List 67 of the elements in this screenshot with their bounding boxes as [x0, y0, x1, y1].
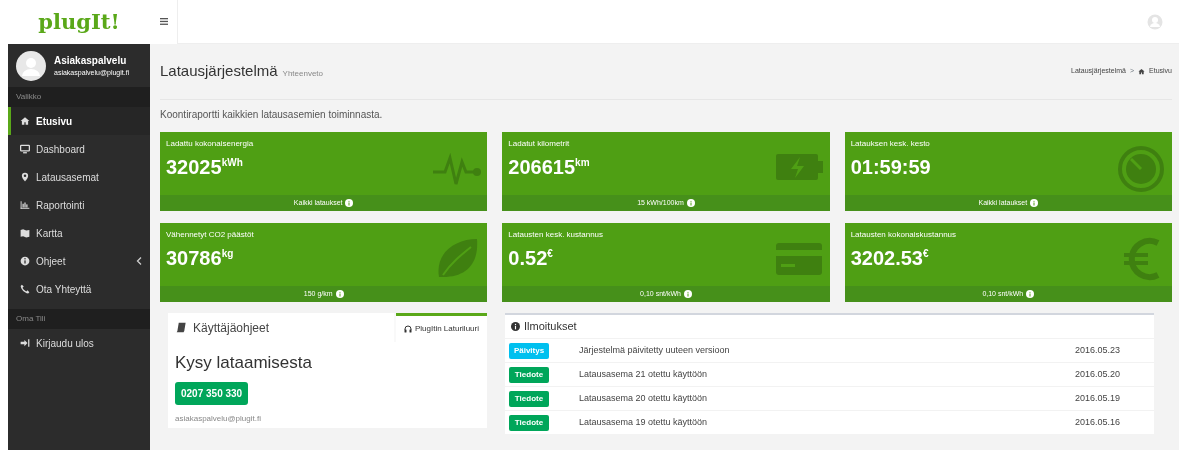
notice-tag: Tiedote: [509, 414, 549, 431]
sidebar-item[interactable]: Ota Yhteyttä: [8, 275, 150, 303]
monitor-icon: [20, 144, 30, 154]
page-title: Latausjärjestelmä: [160, 62, 278, 80]
avatar-icon[interactable]: [1147, 13, 1163, 30]
book-icon: [176, 322, 187, 333]
menu-button[interactable]: [150, 0, 178, 44]
notice-date: 2016.05.23: [1075, 343, 1122, 357]
sidebar-item[interactable]: Kartta: [8, 219, 150, 247]
sidebar-item[interactable]: Ohjeet: [8, 247, 150, 275]
card-title: Käyttäjäohjeet: [193, 319, 270, 337]
sidebar-item[interactable]: Dashboard: [8, 135, 150, 163]
notice-text: Latausasema 19 otettu käyttöön: [578, 415, 709, 429]
tile-title: Latausten kesk. kustannus: [508, 229, 605, 241]
tile-value: 0.52$^{€}$: [508, 248, 554, 268]
logout-icon: [20, 338, 30, 348]
tile-title: Latauksen kesk. kesto: [850, 138, 931, 150]
sidebar-item[interactable]: Kirjaudu ulos: [8, 329, 150, 357]
section-heading: Oma Tili: [8, 309, 150, 329]
bar-chart-icon: [20, 200, 30, 210]
tile-title: Ladattu kokonaisenergia: [166, 138, 255, 150]
home-icon: [1138, 68, 1146, 75]
notice-text: Latausasema 20 otettu käyttöön: [578, 391, 709, 405]
logo: plugIt!: [8, 0, 150, 44]
tile-value: 01:59:59: [850, 157, 932, 177]
sidebar-item[interactable]: Latausasemat: [8, 163, 150, 191]
tab[interactable]: PlugItin Laturiluuri: [395, 313, 487, 342]
description-text: Koontiraportti kaikkien latausasemien toiminnasta.: [160, 108, 384, 122]
menu-icon: [159, 18, 168, 25]
card-title: Ilmoitukset: [524, 319, 577, 335]
avatar-icon: [16, 50, 46, 81]
info-icon: [1026, 290, 1035, 298]
email-text: asiakaspalvelu@plugit.fi: [175, 412, 262, 425]
info-icon: [686, 199, 695, 207]
map-icon: [20, 228, 30, 238]
tile-value: 30786$^{kg}$: [166, 248, 235, 268]
tile-title: Vähennetyt CO2 päästöt: [166, 229, 255, 241]
info-icon: [345, 199, 354, 207]
phone-icon: [20, 284, 30, 294]
info-icon: [20, 256, 30, 266]
sidebar-item[interactable]: Etusivu: [8, 107, 150, 135]
notice-tag: Tiedote: [509, 390, 549, 407]
info-icon: [683, 290, 692, 298]
tile-value: 32025$^{kWh}$: [166, 157, 244, 177]
chevron-left-icon: [136, 257, 142, 265]
help-heading: Kysy lataamisesta: [175, 352, 313, 374]
info-icon: [335, 290, 344, 298]
home-icon: [20, 116, 30, 126]
notice-date: 2016.05.19: [1075, 391, 1122, 405]
section-heading: Valikko: [8, 87, 150, 107]
tile-value: 206615$^{km}$: [508, 157, 591, 177]
tile-value: 3202.53$^{€}$: [850, 248, 930, 268]
tile-title: Ladatut kilometrit: [508, 138, 571, 150]
user-name: Asiakaspalvelu: [54, 53, 128, 68]
map-pin-icon: [20, 172, 30, 182]
notice-tag: Päivitys: [509, 342, 549, 359]
tile-title: Latausten kokonaiskustannus: [850, 229, 958, 241]
page-subtitle: Yhteenveto: [282, 69, 324, 79]
notice-text: Latausasema 21 otettu käyttöön: [578, 367, 709, 381]
info-icon: [511, 322, 520, 331]
info-icon: [1030, 199, 1039, 207]
notice-text: Järjestelmä päivitetty uuteen versioon: [578, 343, 731, 357]
notice-date: 2016.05.16: [1075, 415, 1122, 429]
notice-tag: Tiedote: [509, 366, 549, 383]
notice-date: 2016.05.20: [1075, 367, 1122, 381]
sidebar-item[interactable]: Raportointi: [8, 191, 150, 219]
headset-icon: [403, 325, 412, 333]
